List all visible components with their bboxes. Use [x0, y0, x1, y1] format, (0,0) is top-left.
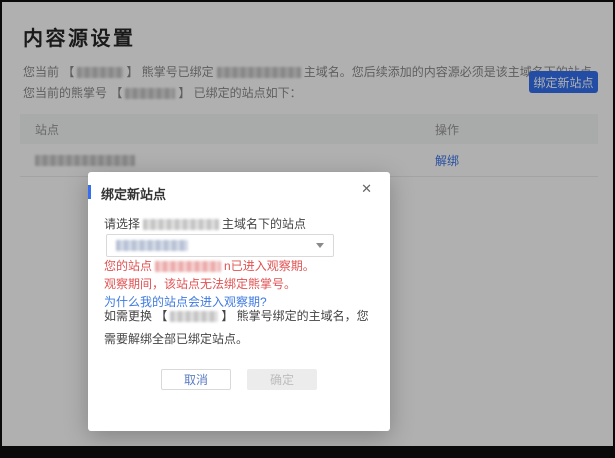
close-icon[interactable]: ✕	[361, 181, 372, 197]
rebind-note: 如需更换 【】 熊掌号绑定的主域名，您需要解绑全部已绑定站点。	[104, 309, 369, 346]
screenshot-frame: 内容源设置 您当前 【】 熊掌号已绑定 主域名。您后续添加的内容源必须是该主域名下…	[0, 0, 615, 458]
warning-text-line1: 您的站点 n已进入观察期。	[104, 259, 315, 273]
content-source-settings-page: 内容源设置 您当前 【】 熊掌号已绑定 主域名。您后续添加的内容源必须是该主域名下…	[2, 2, 613, 446]
bind-new-site-modal: 绑定新站点 ✕ 请选择 主域名下的站点 您的站点 n已进入观察期。 观察期间，该站点…	[88, 172, 390, 431]
confirm-button[interactable]: 确定	[247, 369, 317, 390]
modal-action-buttons: 取消 确定	[88, 369, 390, 390]
warning-text-line2: 观察期间，该站点无法绑定熊掌号。	[104, 277, 297, 291]
redacted-account-name	[170, 311, 219, 323]
modal-title-accent-bar	[88, 185, 91, 199]
redacted-domain-name	[143, 219, 220, 231]
redacted-selected-site	[116, 240, 188, 251]
cancel-button[interactable]: 取消	[161, 369, 231, 390]
select-site-label: 请选择 主域名下的站点	[104, 217, 307, 231]
redacted-site-name	[155, 261, 222, 273]
site-select-dropdown[interactable]	[106, 234, 334, 257]
chevron-down-icon	[316, 243, 324, 248]
modal-title: 绑定新站点	[101, 187, 167, 202]
